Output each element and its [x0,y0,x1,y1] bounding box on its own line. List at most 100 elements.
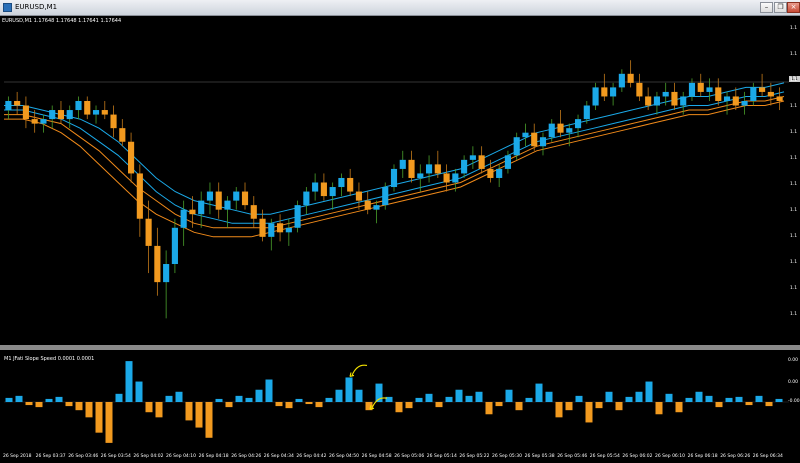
indicator-bar [705,395,713,402]
candle-body [601,87,608,97]
indicator-bar [735,396,743,402]
price-chart-svg[interactable] [0,16,800,463]
candle-body [14,100,21,106]
candle-body [767,91,774,97]
indicator-bar [355,389,363,402]
time-axis-label: 26 Sep 05:22 [459,454,490,459]
time-axis-label: 26 Sep 04:58 [361,454,392,459]
candle-body [434,164,441,174]
candle-body [469,155,476,160]
candle-body [680,96,687,106]
candle-body [592,87,599,106]
candle-body [128,141,135,174]
minimize-button[interactable]: – [760,2,773,13]
indicator-bar [685,397,693,402]
indicator-axis-label: -0.00 [788,399,800,404]
candle-body [706,87,713,92]
time-axis-label: 26 Sep 03:37 [35,454,66,459]
candle-body [355,191,363,201]
candle-body [136,173,143,219]
ma-line-2 [4,96,785,229]
time-axis-label: 26 Sep 06:18 [687,454,718,459]
candle-body [390,168,398,188]
chart-area[interactable]: EURUSD,M1 1.17648 1.17648 1.17641 1.1764… [0,16,800,463]
indicator-bar [595,402,603,409]
candle-body [101,110,108,115]
candle-body [31,119,38,124]
candle-body [75,100,82,111]
indicator-bar [725,397,733,402]
candle-body [163,264,170,283]
candle-body [364,200,371,210]
candle-body [461,159,468,174]
candle-body [180,209,187,228]
time-axis-label: 26 Sep 05:38 [524,454,555,459]
indicator-bar [605,391,613,402]
indicator-bar [255,389,263,402]
time-axis-label: 26 Sep 05:14 [426,454,457,459]
indicator-axis-label: 0.00 [788,380,799,385]
time-axis-label: 26 Sep 04:10 [166,454,197,459]
close-button[interactable]: × [787,2,800,13]
price-axis-label: 1.1 [790,78,798,83]
indicator-bar [5,397,13,402]
indicator-bar [125,361,133,402]
annotation-arrow-1 [371,397,388,409]
indicator-bar [195,402,203,428]
candle-body [557,123,564,133]
indicator-bar [755,395,763,402]
candle-body [329,187,336,197]
time-axis-label: 26 Sep 06:26 [720,454,751,459]
price-axis-label: 1.1 [790,234,798,239]
candle-body [723,96,731,101]
candle-body [627,73,634,83]
time-axis-label: 26 Sep 04:34 [263,454,294,459]
candle-body [49,110,56,120]
candle-body [189,209,196,215]
indicator-bar [295,398,303,402]
indicator-bar [665,393,673,402]
candle-body [285,227,292,233]
indicator-bar [95,402,103,433]
indicator-bar [675,402,683,413]
indicator-bar [325,397,333,402]
time-axis-label: 26 Sep 2018 [3,454,32,459]
candle-body [22,105,29,120]
time-axis-label: 26 Sep 04:18 [198,454,229,459]
indicator-bar [445,396,453,402]
indicator-bar [625,396,633,402]
time-axis-label: 26 Sep 04:42 [296,454,327,459]
candle-body [303,191,310,206]
indicator-bar [655,402,663,415]
candle-body [671,91,678,106]
indicator-bar [535,383,543,402]
pane-separator[interactable] [0,345,800,350]
candle-body [522,132,529,138]
time-axis-label: 26 Sep 06:02 [622,454,653,459]
time-axis-label: 26 Sep 05:54 [589,454,620,459]
indicator-bar [145,402,153,413]
indicator-bar [115,393,123,402]
candle-body [574,119,582,129]
candle-body [198,200,205,215]
price-axis-label: 1.1 [790,312,798,317]
indicator-bar [205,402,213,438]
indicator-bar [185,402,193,421]
candle-body [347,177,354,192]
price-axis-label: 1.1 [790,182,798,187]
price-axis-label: 1.1 [790,208,798,213]
indicator-bar [15,395,23,402]
candle-body [382,187,389,206]
candle-body [373,205,380,210]
candle-body [119,128,126,142]
indicator-axis-label: 0.00 [788,358,799,363]
candle-body [417,173,424,178]
indicator-label: M1 JFati Slope Speed 0.0001 0.0001 [4,356,95,362]
indicator-bar [715,402,723,408]
candle-body [40,119,47,124]
candle-body [425,164,433,174]
window-titlebar[interactable]: EURUSD,M1 – ❐ × [0,0,800,16]
candle-body [84,100,91,115]
restore-button[interactable]: ❐ [774,2,787,13]
candle-body [741,100,748,106]
